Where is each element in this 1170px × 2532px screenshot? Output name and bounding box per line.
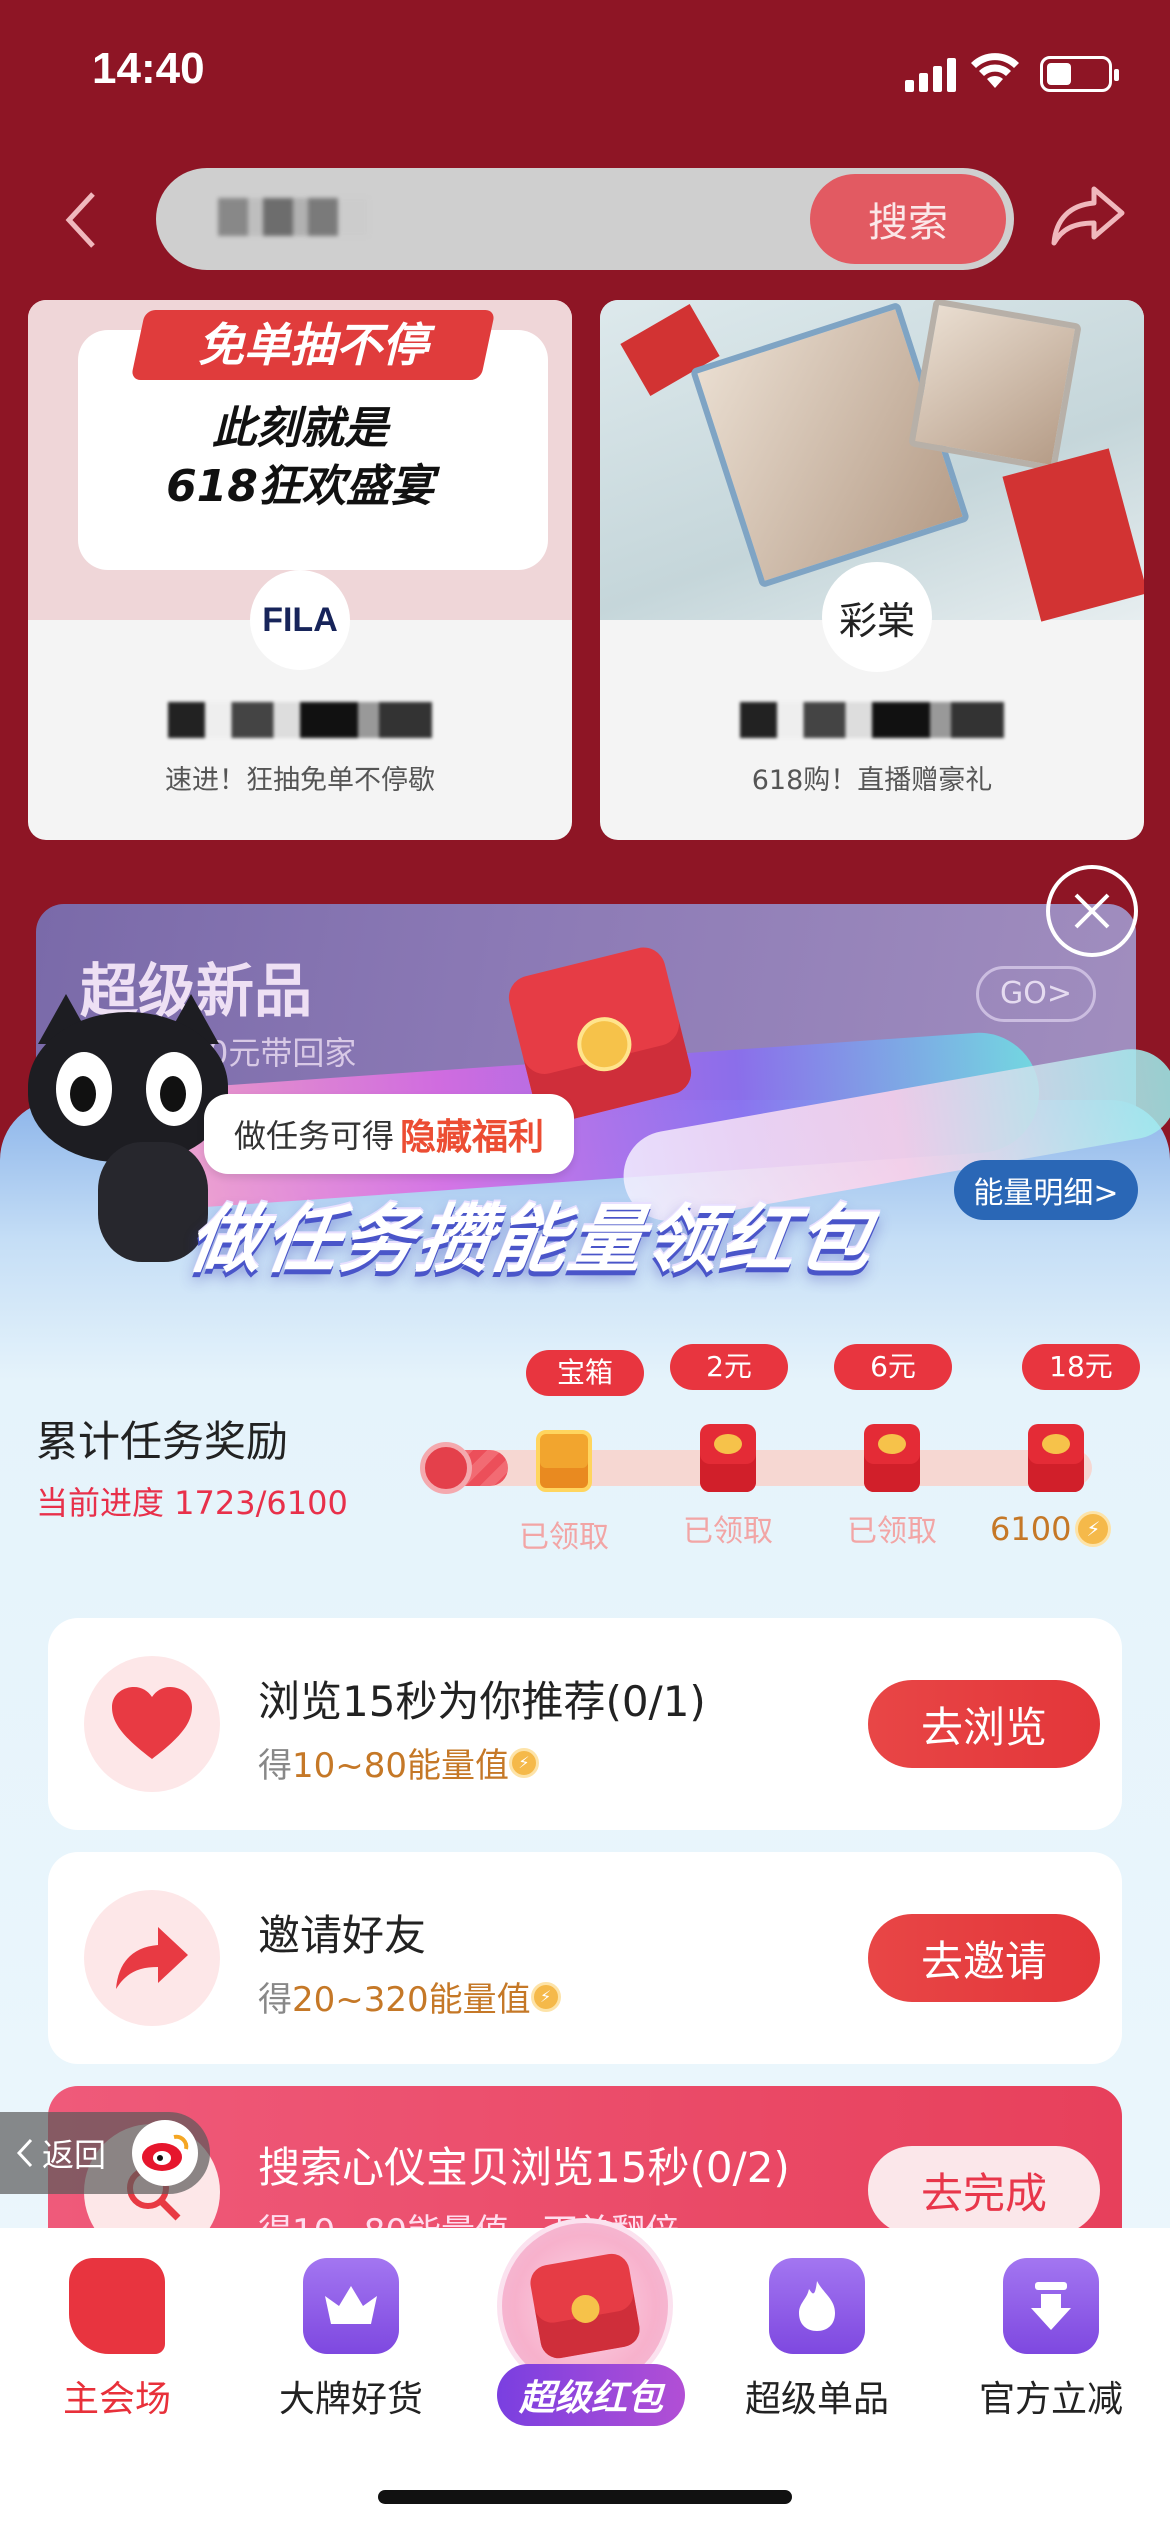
tab-label: 大牌好货 <box>278 2379 423 2420</box>
milestone-gift[interactable]: 宝箱 已领取 <box>519 1350 644 1555</box>
milestone-redpack[interactable]: 6元 已领取 <box>834 1344 952 1549</box>
task-reward: 得 20~320能量值 ⚡ <box>258 1972 561 2021</box>
tab-big-brands[interactable]: 大牌好货 <box>234 2258 468 2422</box>
hint-prefix: 做任务可得 <box>234 1117 395 1155</box>
invite-task-button[interactable]: 去邀请 <box>868 1914 1100 2002</box>
task-name: 邀请好友 <box>258 1911 427 1960</box>
progress-start-knob <box>420 1442 472 1494</box>
chevron-left-icon <box>65 192 95 248</box>
product-card[interactable]: 免单抽不停 此刻就是 618狂欢盛宴 FILA 速进！狂抽免单不停歇 <box>28 300 572 840</box>
tab-label[interactable]: 超级红包 <box>497 2364 685 2426</box>
shop-name-redacted <box>740 702 1004 738</box>
promo-slogan-line2: 618狂欢盛宴 <box>166 461 434 512</box>
status-time: 14:40 <box>92 44 205 93</box>
search-query-redacted <box>218 198 368 236</box>
red-packet-icon <box>864 1424 920 1492</box>
close-popup-button[interactable] <box>1046 865 1138 957</box>
task-reward: 得 10~80能量值 ⚡ <box>258 1738 540 1787</box>
wifi-icon <box>971 53 1019 88</box>
hidden-benefit-hint: 做任务可得 隐藏福利 <box>204 1094 575 1174</box>
share-arrow-icon <box>84 1890 220 2026</box>
weibo-logo-icon[interactable] <box>132 2120 198 2186</box>
milestone-badge: 18元 <box>1022 1344 1140 1390</box>
tab-official-discount[interactable]: 官方立减 <box>934 2258 1168 2422</box>
red-packet-icon <box>1028 1424 1084 1492</box>
brand-logo: FILA <box>250 570 350 670</box>
crown-icon <box>303 2258 399 2354</box>
reward-value: 20~320能量值 <box>292 1980 531 2020</box>
gift-box-icon <box>536 1430 592 1492</box>
browse-task-button[interactable]: 去浏览 <box>868 1680 1100 1768</box>
bottom-tab-bar: 主会场 大牌好货 超级红包 超级单品 官方立减 <box>0 2218 1170 2532</box>
milestone-status: 已领取 <box>519 1520 609 1555</box>
final-energy-value: 6100 <box>990 1510 1072 1548</box>
down-arrow-icon <box>1003 2258 1099 2354</box>
share-icon <box>1051 186 1125 246</box>
milestone-badge: 宝箱 <box>526 1350 644 1396</box>
home-indicator <box>378 2490 792 2504</box>
milestone-badge: 6元 <box>834 1344 952 1390</box>
energy-bolt-icon: ⚡ <box>530 1981 561 2012</box>
milestone-redpack[interactable]: 2元 已领取 <box>670 1344 788 1549</box>
battery-icon <box>1040 56 1119 92</box>
milestone-redpack[interactable]: 18元 <box>1022 1344 1140 1492</box>
tab-super-items[interactable]: 超级单品 <box>700 2258 934 2422</box>
card-subtitle: 速进！狂抽免单不停歇 <box>165 765 435 796</box>
reward-value: 10~80能量值 <box>292 1746 510 1786</box>
share-button[interactable] <box>1050 185 1126 251</box>
milestone-badge: 2元 <box>670 1344 788 1390</box>
promo-tag: 免单抽不停 <box>130 310 496 380</box>
red-packet-icon <box>527 2251 643 2361</box>
cellular-signal-icon <box>905 58 956 92</box>
product-card[interactable]: 彩棠 618购！直播赠豪礼 <box>600 300 1144 840</box>
tab-label: 官方立减 <box>978 2379 1123 2420</box>
milestone-status: 已领取 <box>847 1514 937 1549</box>
status-bar: 14:40 <box>0 0 1170 150</box>
promo-slogan-line1: 此刻就是 <box>212 403 388 454</box>
task-card: 浏览15秒为你推荐(0/1) 得 10~80能量值 ⚡ 去浏览 <box>48 1618 1122 1830</box>
energy-bolt-icon: ⚡ <box>1075 1511 1112 1547</box>
milestone-status: 已领取 <box>683 1514 773 1549</box>
reward-value: 10~80能量值，下单翻倍 <box>292 2204 679 2228</box>
back-button[interactable] <box>56 180 106 260</box>
task-card: 邀请好友 得 20~320能量值 ⚡ 去邀请 <box>48 1852 1122 2064</box>
energy-bolt-icon: ⚡ <box>509 1747 540 1778</box>
tab-label: 超级单品 <box>744 2379 889 2420</box>
progress-track <box>428 1450 1092 1486</box>
progress-title: 累计任务奖励 <box>36 1417 289 1466</box>
red-packet-icon <box>700 1424 756 1492</box>
hint-highlight: 隐藏福利 <box>400 1117 545 1158</box>
task-name: 浏览15秒为你推荐(0/1) <box>258 1677 706 1726</box>
home-banner-icon <box>69 2258 165 2354</box>
red-envelope-decoration <box>1002 448 1144 622</box>
tab-label: 主会场 <box>62 2379 171 2420</box>
palette-decoration <box>908 300 1082 472</box>
return-label: 返回 <box>42 2136 107 2174</box>
search-button[interactable]: 搜索 <box>810 174 1006 264</box>
search-input[interactable]: 搜索 <box>156 168 1014 270</box>
search-task-button[interactable]: 去完成 <box>868 2146 1100 2228</box>
popup-title: 做任务攒能量领红包 <box>183 1197 880 1283</box>
promo-go-button[interactable]: GO> <box>976 966 1096 1022</box>
flame-icon <box>769 2258 865 2354</box>
milestone-final-energy: 6100 ⚡ <box>990 1510 1112 1548</box>
shop-name-redacted <box>168 702 432 738</box>
brand-logo: 彩棠 <box>822 562 932 672</box>
reward-prefix: 得 <box>258 2204 292 2228</box>
close-icon <box>1074 893 1110 929</box>
tab-main-venue[interactable]: 主会场 <box>0 2258 234 2422</box>
chevron-left-icon <box>16 2138 33 2168</box>
energy-detail-button[interactable]: 能量明细> <box>954 1160 1138 1220</box>
heart-icon <box>84 1656 220 1792</box>
card-subtitle: 618购！直播赠豪礼 <box>751 765 993 796</box>
progress-current: 当前进度 1723/6100 <box>36 1484 348 1522</box>
task-name: 搜索心仪宝贝浏览15秒(0/2) <box>258 2143 790 2192</box>
reward-prefix: 得 <box>258 1980 292 2020</box>
reward-prefix: 得 <box>258 1746 292 1786</box>
